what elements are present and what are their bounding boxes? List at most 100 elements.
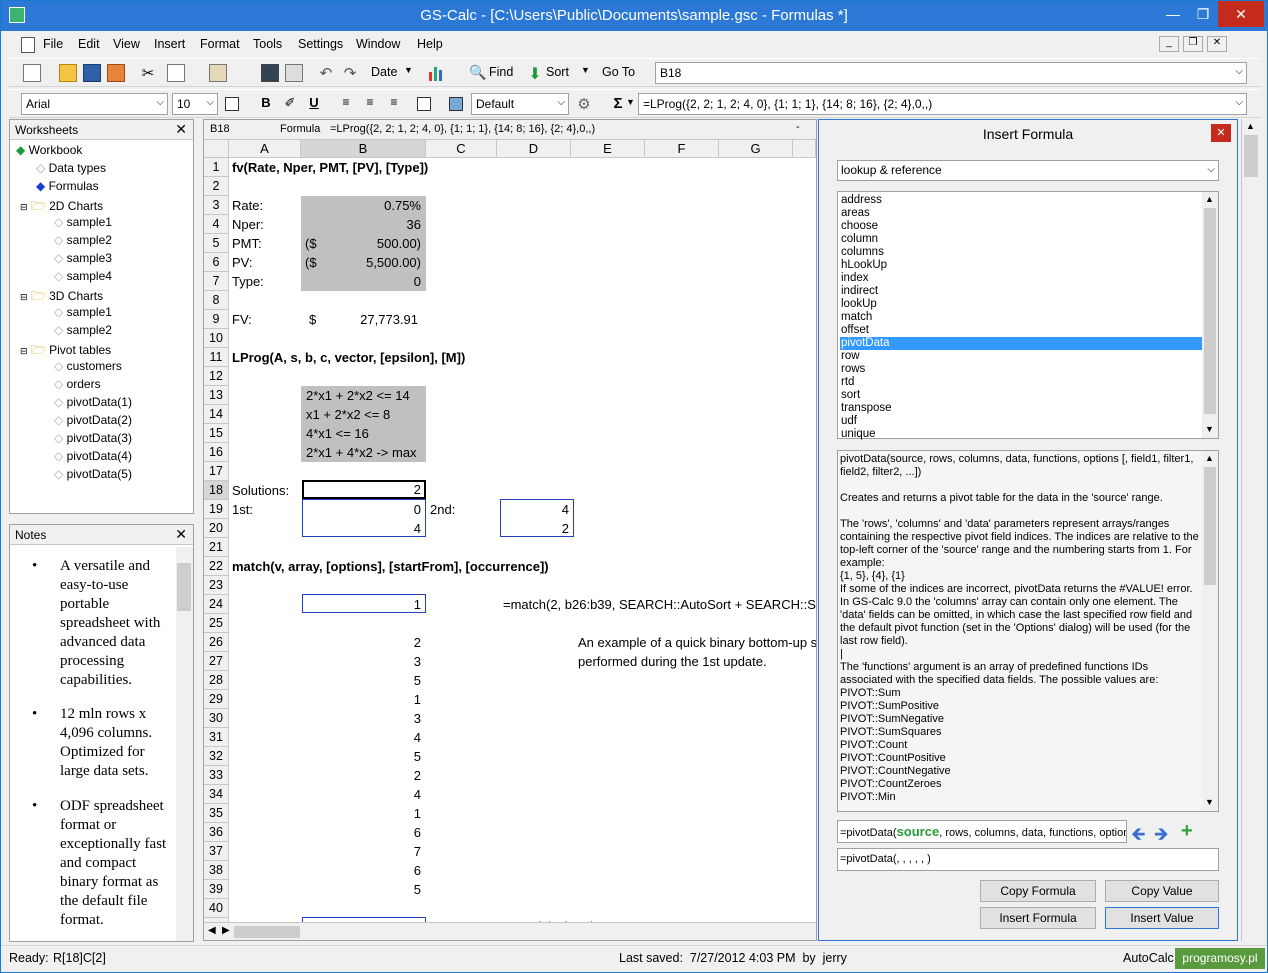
new-icon[interactable] bbox=[23, 64, 41, 82]
sort-button[interactable]: Sort bbox=[546, 65, 569, 79]
col-header-e[interactable]: E bbox=[571, 140, 645, 158]
insert-formula-button[interactable]: Insert Formula bbox=[980, 907, 1096, 929]
row-header[interactable]: 15 bbox=[204, 424, 229, 443]
list-item[interactable]: column bbox=[840, 233, 1202, 246]
gear-icon[interactable]: ⚙ bbox=[575, 95, 593, 113]
close-icon[interactable]: ✕ bbox=[175, 121, 187, 138]
list-item[interactable]: offset bbox=[840, 324, 1202, 337]
collapse-icon[interactable]: - bbox=[796, 121, 800, 133]
col-header-d[interactable]: D bbox=[497, 140, 571, 158]
mdi-restore-button[interactable]: ❐ bbox=[1183, 36, 1203, 52]
list-scrollbar[interactable]: ▲ ▼ bbox=[1202, 192, 1218, 438]
tree-item-formulas[interactable]: ◆ Formulas bbox=[36, 179, 99, 193]
category-select[interactable]: lookup & reference ⌵ bbox=[837, 160, 1219, 181]
col-header-f[interactable]: F bbox=[645, 140, 719, 158]
signature-field[interactable]: =pivotData(source, rows, columns, data, … bbox=[837, 820, 1127, 843]
scroll-right-icon[interactable]: ▶ bbox=[222, 925, 230, 936]
mdi-close-button[interactable]: ✕ bbox=[1207, 36, 1227, 52]
document-icon[interactable] bbox=[21, 37, 35, 53]
save-icon[interactable] bbox=[83, 64, 101, 82]
goto-button[interactable]: Go To bbox=[602, 65, 635, 79]
row-header[interactable]: 3 bbox=[204, 196, 229, 215]
tree-item-pivotdata-4[interactable]: ◇ pivotData(4) bbox=[54, 449, 132, 463]
row-header[interactable]: 20 bbox=[204, 519, 229, 538]
list-item[interactable]: match bbox=[840, 311, 1202, 324]
chart-icon[interactable] bbox=[427, 64, 445, 82]
row-header[interactable]: 22 bbox=[204, 557, 229, 576]
font-combo[interactable]: Arial ⌵ bbox=[21, 93, 168, 115]
row-header[interactable]: 36 bbox=[204, 823, 229, 842]
align-left-icon[interactable]: ≡ bbox=[337, 95, 355, 113]
mdi-minimize-button[interactable]: _ bbox=[1159, 36, 1179, 52]
sum-icon[interactable]: Σ bbox=[609, 95, 627, 113]
table-cell[interactable]: 1 bbox=[301, 690, 421, 709]
list-item[interactable]: choose bbox=[840, 220, 1202, 233]
copy-formula-button[interactable]: Copy Formula bbox=[980, 880, 1096, 902]
tree-item-sample1[interactable]: ◇ sample1 bbox=[54, 215, 112, 229]
list-item[interactable]: udf bbox=[840, 415, 1202, 428]
find-icon[interactable]: 🔍 bbox=[469, 64, 487, 82]
list-item[interactable]: rows bbox=[840, 363, 1202, 376]
cell-d24[interactable]: =match(2, b26:b39, SEARCH::AutoSort + SE… bbox=[503, 595, 816, 614]
col-header-g[interactable]: G bbox=[719, 140, 793, 158]
cell-a4[interactable]: Nper: bbox=[232, 215, 264, 234]
row-header[interactable]: 5 bbox=[204, 234, 229, 253]
cell-a18[interactable]: Solutions: bbox=[232, 481, 289, 500]
row-header[interactable]: 26 bbox=[204, 633, 229, 652]
cell-b3[interactable]: 0.75% bbox=[301, 196, 421, 215]
date-button[interactable]: Date bbox=[371, 65, 397, 79]
horizontal-scrollbar[interactable]: ◀ ▶ bbox=[204, 922, 816, 940]
menu-settings[interactable]: Settings bbox=[298, 37, 343, 51]
cell-c19[interactable]: 2nd: bbox=[430, 500, 455, 519]
status-autocalc[interactable]: AutoCalc bbox=[1123, 951, 1174, 965]
scroll-down-icon[interactable]: ▼ bbox=[1205, 424, 1214, 434]
restore-button[interactable]: ❐ bbox=[1188, 1, 1218, 27]
row-header[interactable]: 1 bbox=[204, 158, 229, 177]
cell-b7[interactable]: 0 bbox=[301, 272, 421, 291]
sort-dropdown-icon[interactable]: ▼ bbox=[581, 65, 590, 75]
row-header[interactable]: 21 bbox=[204, 538, 229, 557]
row-header[interactable]: 37 bbox=[204, 842, 229, 861]
scroll-up-icon[interactable]: ▲ bbox=[1205, 453, 1214, 463]
list-item[interactable]: lookUp bbox=[840, 298, 1202, 311]
scroll-thumb[interactable] bbox=[1204, 208, 1216, 414]
table-cell[interactable]: 5 bbox=[301, 747, 421, 766]
row-header[interactable]: 19 bbox=[204, 500, 229, 519]
list-item[interactable]: address bbox=[840, 194, 1202, 207]
cell-e27[interactable]: performed during the 1st update. bbox=[578, 652, 767, 671]
row-header[interactable]: 35 bbox=[204, 804, 229, 823]
vertical-scrollbar[interactable]: ▲ bbox=[1241, 119, 1259, 941]
table-cell[interactable]: 5 bbox=[301, 880, 421, 899]
menu-file[interactable]: File bbox=[43, 37, 63, 51]
font-color-icon[interactable] bbox=[225, 97, 239, 111]
cell-e26[interactable]: An example of a quick binary bottom-up s bbox=[578, 633, 816, 652]
dialog-close-button[interactable]: ✕ bbox=[1211, 124, 1231, 142]
row-header[interactable]: 17 bbox=[204, 462, 229, 481]
row-header[interactable]: 24 bbox=[204, 595, 229, 614]
cell-a11[interactable]: LProg(A, s, b, c, vector, [epsilon], [M]… bbox=[232, 348, 465, 367]
table-cell[interactable]: 6 bbox=[301, 823, 421, 842]
row-header[interactable]: 33 bbox=[204, 766, 229, 785]
insert-value-button[interactable]: Insert Value bbox=[1105, 907, 1219, 929]
menu-window[interactable]: Window bbox=[356, 37, 400, 51]
sort-icon[interactable]: ⬇ bbox=[526, 64, 544, 83]
scroll-up-icon[interactable]: ▲ bbox=[1205, 194, 1214, 204]
cell-a7[interactable]: Type: bbox=[232, 272, 264, 291]
list-item[interactable]: transpose bbox=[840, 402, 1202, 415]
table-cell[interactable]: 5 bbox=[301, 671, 421, 690]
menu-view[interactable]: View bbox=[113, 37, 140, 51]
row-header[interactable]: 32 bbox=[204, 747, 229, 766]
print-preview-icon[interactable] bbox=[261, 64, 279, 82]
list-item[interactable]: unique bbox=[840, 428, 1202, 441]
tree-item-pivotdata-5[interactable]: ◇ pivotData(5) bbox=[54, 467, 132, 481]
close-button[interactable]: ✕ bbox=[1218, 1, 1264, 27]
row-header[interactable]: 28 bbox=[204, 671, 229, 690]
cell-b9[interactable]: 27,773.91 bbox=[301, 310, 418, 329]
tree-item-orders[interactable]: ◇ orders bbox=[54, 377, 101, 391]
tree-item-pivotdata-2[interactable]: ◇ pivotData(2) bbox=[54, 413, 132, 427]
row-header[interactable]: 4 bbox=[204, 215, 229, 234]
open-icon[interactable] bbox=[59, 64, 77, 82]
cell-b14[interactable]: x1 + 2*x2 <= 8 bbox=[306, 405, 390, 424]
align-center-icon[interactable]: ≡ bbox=[361, 95, 379, 113]
paste-icon[interactable] bbox=[209, 64, 227, 82]
